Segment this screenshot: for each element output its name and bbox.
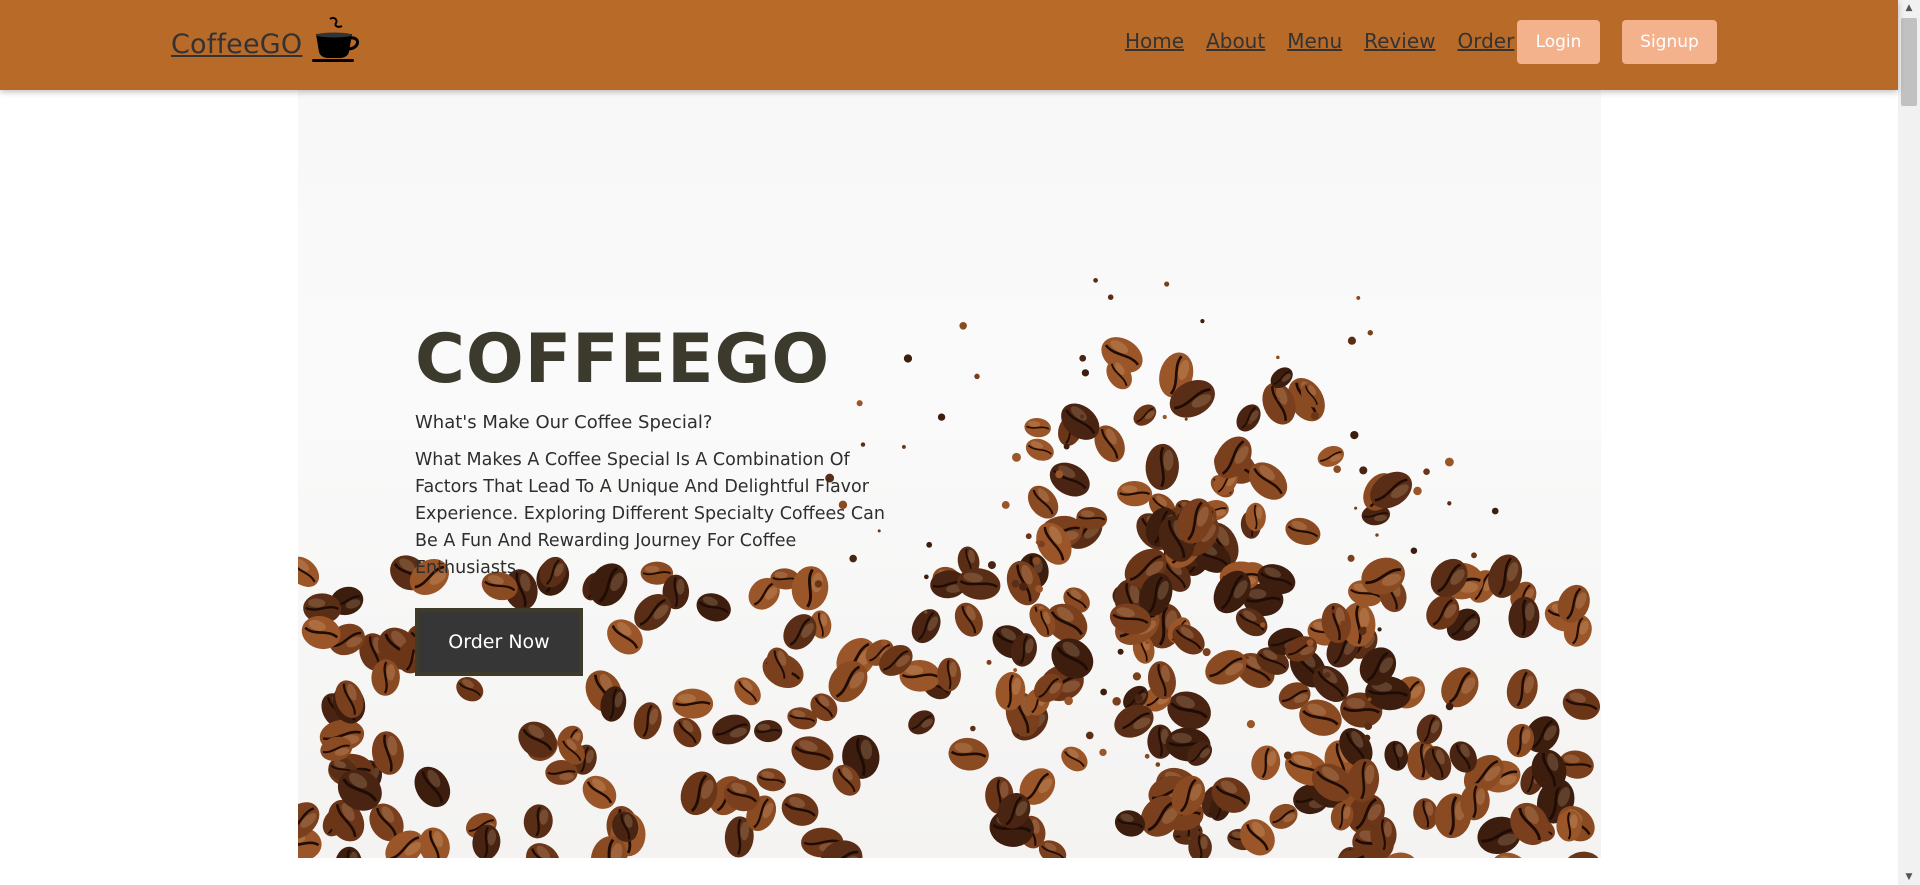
coffee-cup-icon	[312, 16, 360, 62]
nav-link-about[interactable]: About	[1206, 28, 1265, 54]
hero-subtitle: What's Make Our Coffee Special?	[415, 412, 713, 433]
scrollbar[interactable]: ▲ ▼	[1898, 0, 1920, 885]
nav-links: Home About Menu Review Order	[1125, 28, 1514, 54]
nav-link-review[interactable]: Review	[1364, 28, 1435, 54]
navbar: CoffeeGO Home About Menu Review Order Lo…	[0, 0, 1898, 90]
hero-description: What Makes A Coffee Special Is A Combina…	[415, 450, 885, 578]
brand-link[interactable]: CoffeeGO	[171, 16, 362, 64]
scroll-up-arrow-icon[interactable]: ▲	[1898, 0, 1920, 16]
brand-name: CoffeeGO	[171, 29, 303, 60]
hero-title: COFFEEGO	[415, 320, 831, 399]
signup-button[interactable]: Signup	[1622, 20, 1717, 64]
order-now-button[interactable]: Order Now	[415, 608, 583, 676]
hero-content: COFFEEGO What's Make Our Coffee Special?…	[415, 326, 895, 582]
page: CoffeeGO Home About Menu Review Order Lo…	[0, 0, 1920, 885]
scroll-down-arrow-icon[interactable]: ▼	[1898, 869, 1920, 885]
scrollbar-thumb[interactable]	[1901, 18, 1917, 106]
hero-section: COFFEEGO What's Make Our Coffee Special?…	[298, 90, 1601, 858]
nav-link-home[interactable]: Home	[1125, 28, 1184, 54]
nav-link-menu[interactable]: Menu	[1287, 28, 1342, 54]
login-button[interactable]: Login	[1517, 20, 1600, 64]
nav-link-order[interactable]: Order	[1457, 28, 1514, 54]
